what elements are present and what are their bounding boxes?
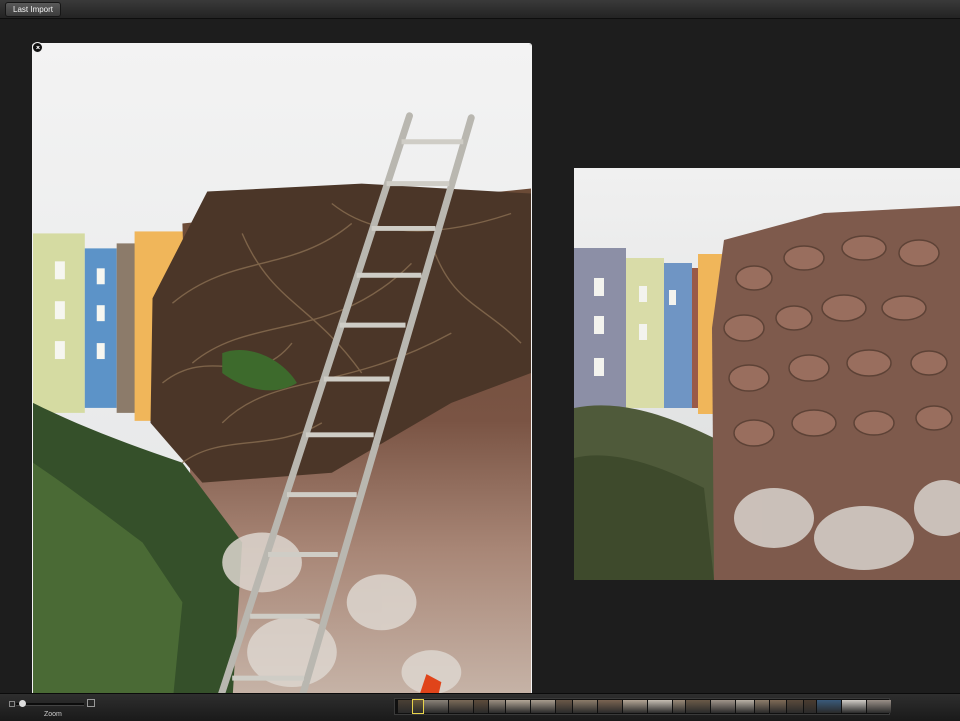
filmstrip-thumbnail[interactable] [412,699,424,714]
filmstrip-thumbnail[interactable] [842,700,866,713]
filmstrip-thumbnail[interactable] [673,700,685,713]
bottom-bar: Zoom [0,693,960,721]
last-import-button[interactable]: Last Import [5,2,62,17]
filmstrip-thumbnail[interactable] [398,700,412,713]
filmstrip-thumbnail[interactable] [736,700,754,713]
filmstrip-thumbnail[interactable] [424,700,448,713]
filmstrip-thumbnail[interactable] [506,700,530,713]
filmstrip-thumbnail[interactable] [867,700,891,713]
filmstrip-thumbnail[interactable] [711,700,735,713]
top-toolbar: Last Import [0,0,960,19]
filmstrip[interactable] [394,698,891,715]
filmstrip-thumbnail[interactable] [449,700,473,713]
filmstrip-thumbnail[interactable] [556,700,572,713]
stone-wall-image [574,168,960,580]
filmstrip-thumbnail[interactable] [755,700,769,713]
filmstrip-thumbnail[interactable] [648,700,672,713]
filmstrip-thumbnail[interactable] [804,700,816,713]
filmstrip-thumbnail[interactable] [474,700,488,713]
zoom-in-icon[interactable] [87,699,95,707]
ladder-wall-image [33,44,531,704]
zoom-out-icon[interactable] [9,701,15,707]
main-photo[interactable] [32,43,532,705]
side-photo[interactable] [574,168,960,580]
filmstrip-thumbnail[interactable] [623,700,647,713]
filmstrip-thumbnail[interactable] [489,700,505,713]
zoom-slider[interactable] [16,703,84,706]
filmstrip-thumbnail[interactable] [686,700,710,713]
photo-viewer [0,19,960,705]
filmstrip-thumbnail[interactable] [573,700,597,713]
filmstrip-thumbnail[interactable] [770,700,786,713]
filmstrip-thumbnail[interactable] [817,700,841,713]
close-icon[interactable] [32,42,43,53]
filmstrip-thumbnail[interactable] [531,700,555,713]
filmstrip-thumbnail[interactable] [787,700,803,713]
filmstrip-thumbnail[interactable] [598,700,622,713]
zoom-label: Zoom [44,711,62,718]
